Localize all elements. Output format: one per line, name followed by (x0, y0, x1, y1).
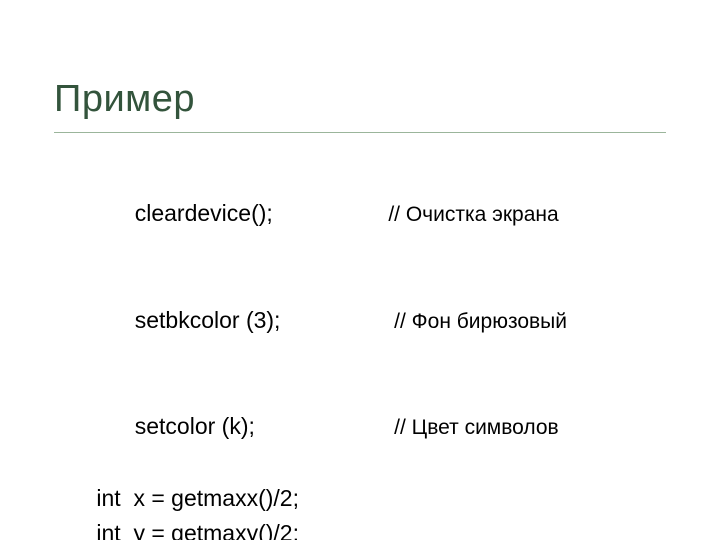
code-block: cleardevice();// Очистка экрана setbkcol… (90, 160, 650, 540)
code-line: setcolor (k); // Цвет символов (90, 374, 650, 481)
slide: Пример cleardevice();// Очистка экрана s… (0, 0, 720, 540)
title-underline (54, 132, 666, 133)
code-text: cleardevice(); (128, 196, 388, 232)
code-line: setbkcolor (3); // Фон бирюзовый (90, 267, 650, 374)
code-line: int x = getmaxx()/2; (90, 481, 650, 517)
slide-title: Пример (54, 78, 195, 121)
code-comment: // Очистка экрана (388, 199, 558, 232)
code-text: setcolor (k); (128, 409, 388, 445)
code-comment: // Цвет символов (388, 412, 558, 445)
code-line: int y = getmaxy()/2; (90, 516, 650, 540)
code-line: cleardevice();// Очистка экрана (90, 160, 650, 267)
code-text: setbkcolor (3); (128, 303, 388, 339)
code-comment: // Фон бирюзовый (388, 306, 567, 339)
